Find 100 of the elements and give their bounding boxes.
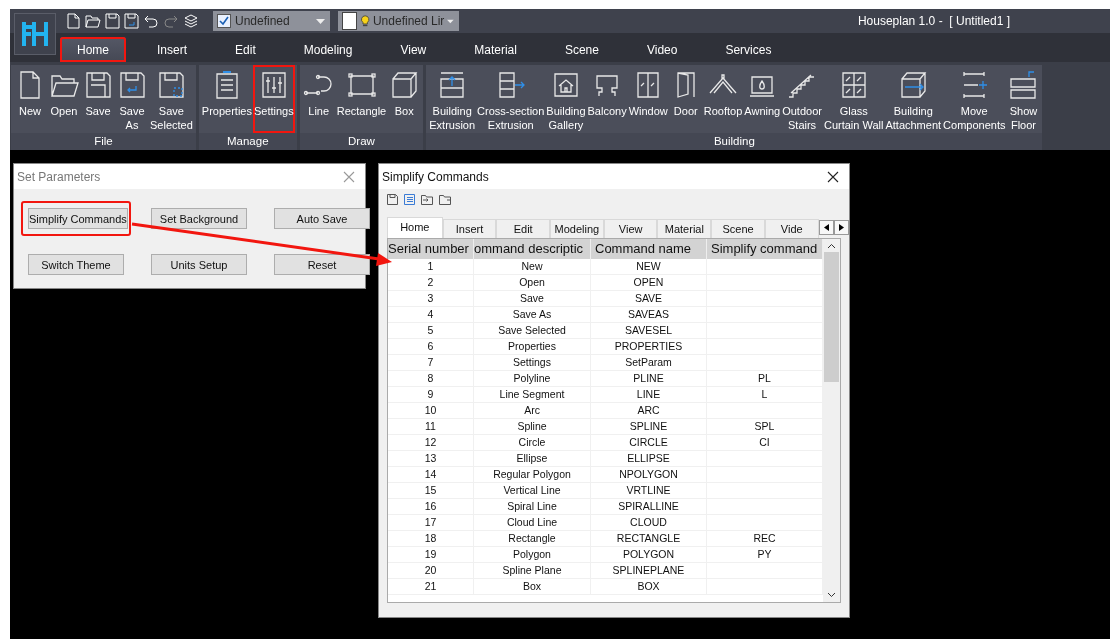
- ribbon-button[interactable]: Door: [668, 65, 703, 133]
- table-cell: Vertical Line: [474, 483, 591, 498]
- table-cell: VRTLINE: [591, 483, 707, 498]
- ribbon-tab[interactable]: Material: [457, 37, 534, 62]
- ribbon-button[interactable]: Rooftop: [702, 65, 744, 133]
- scroll-down-icon[interactable]: [827, 592, 836, 598]
- table-cell: OPEN: [591, 275, 707, 290]
- table-cell: RECTANGLE: [591, 531, 707, 546]
- table-cell: Settings: [474, 355, 591, 370]
- ribbon-tab[interactable]: Edit: [218, 37, 273, 62]
- ribbon-button[interactable]: Show Floor: [1006, 65, 1041, 133]
- dialog-tab[interactable]: Scene: [711, 219, 765, 238]
- dialog-button[interactable]: Auto Save: [274, 208, 370, 229]
- table-cell: Circle: [474, 435, 591, 450]
- table-cell: Spline: [474, 419, 591, 434]
- ribbon-button[interactable]: Open: [47, 65, 81, 133]
- table-cell: Save Selected: [474, 323, 591, 338]
- layers-icon[interactable]: [183, 13, 199, 29]
- ribbon-button[interactable]: Properties: [200, 65, 253, 133]
- ribbon-button[interactable]: Outdoor Stairs: [781, 65, 823, 133]
- dialog-button[interactable]: Units Setup: [151, 254, 247, 275]
- dialog-tab[interactable]: Modeling: [550, 219, 604, 238]
- save-icon[interactable]: [387, 194, 398, 205]
- vertical-scrollbar[interactable]: [823, 239, 840, 602]
- ribbon-button[interactable]: Balcony: [586, 65, 628, 133]
- dialog-button[interactable]: Simplify Commands: [28, 208, 128, 229]
- table-cell: 12: [388, 435, 474, 450]
- ribbon-tab[interactable]: Services: [708, 37, 789, 62]
- light-bulb-icon: [359, 13, 370, 29]
- table-cell: SPLINEPLANE: [591, 563, 707, 578]
- ribbon-tab[interactable]: Insert: [140, 37, 205, 62]
- table-cell: Arc: [474, 403, 591, 418]
- ribbon-tab[interactable]: View: [383, 37, 444, 62]
- ribbon-tab[interactable]: Modeling: [286, 37, 370, 62]
- ribbon-button[interactable]: Building Attachment: [884, 65, 943, 133]
- table-cell: New: [474, 259, 591, 274]
- dialog-tab[interactable]: Insert: [442, 219, 497, 238]
- ribbon-button[interactable]: Rectangle: [335, 65, 388, 133]
- import-icon[interactable]: [421, 194, 433, 205]
- table-cell: 17: [388, 515, 474, 530]
- scroll-up-icon[interactable]: [827, 243, 836, 249]
- undo-icon[interactable]: [143, 13, 159, 29]
- new-file-icon[interactable]: [66, 13, 81, 29]
- table-cell: ARC: [591, 403, 707, 418]
- table-cell: 9: [388, 387, 474, 402]
- caret-icon[interactable]: [447, 18, 454, 24]
- table-cell: PROPERTIES: [591, 339, 707, 354]
- dialog-tab[interactable]: Home: [387, 217, 443, 238]
- ribbon-tab[interactable]: Video: [629, 37, 695, 62]
- dialog-tab[interactable]: Vide: [764, 219, 819, 238]
- ribbon-button[interactable]: Building Extrusion: [428, 65, 477, 133]
- dialog-button[interactable]: Reset: [274, 254, 370, 275]
- folder-icon[interactable]: [85, 13, 101, 29]
- table-cell: Cloud Line: [474, 515, 591, 530]
- ribbon-button[interactable]: New: [13, 65, 47, 133]
- column-header[interactable]: Command name: [591, 239, 707, 259]
- table-cell: SAVE: [591, 291, 707, 306]
- ribbon-button[interactable]: Save: [81, 65, 115, 133]
- table-cell: Regular Polygon: [474, 467, 591, 482]
- ribbon-button[interactable]: Building Gallery: [545, 65, 587, 133]
- linetype-dropdown[interactable]: Undefined Lir: [338, 11, 459, 31]
- ribbon-button[interactable]: Box: [387, 65, 422, 133]
- ribbon-button[interactable]: Window: [627, 65, 669, 133]
- table-cell: BOX: [591, 579, 707, 594]
- dialog-tab[interactable]: Edit: [496, 219, 551, 238]
- ribbon-button[interactable]: Save As: [115, 65, 149, 133]
- close-icon[interactable]: [827, 170, 839, 183]
- ribbon-button[interactable]: Move Components: [942, 65, 1007, 133]
- ribbon-button[interactable]: Line: [301, 65, 336, 133]
- ribbon-button[interactable]: Cross-section Extrusion: [476, 65, 546, 133]
- dialog-button[interactable]: Set Background: [151, 208, 247, 229]
- layer-dropdown[interactable]: Undefined: [213, 11, 330, 31]
- table-cell: 18: [388, 531, 474, 546]
- export-icon[interactable]: [439, 194, 451, 205]
- ribbon-tab[interactable]: Home: [60, 37, 126, 62]
- window-title: Houseplan 1.0 - [ Untitled1 ]: [857, 14, 1010, 28]
- left-arrow-icon: [823, 224, 829, 231]
- table-cell: 11: [388, 419, 474, 434]
- table-cell: Ellipse: [474, 451, 591, 466]
- dialog-button[interactable]: Switch Theme: [28, 254, 124, 275]
- table-cell: Line Segment: [474, 387, 591, 402]
- save-as-icon[interactable]: [124, 13, 139, 29]
- ribbon-button[interactable]: Save Selected: [149, 65, 194, 133]
- table-cell: 2: [388, 275, 474, 290]
- table-cell: SAVEAS: [591, 307, 707, 322]
- column-header[interactable]: ommand descriptic: [474, 239, 591, 259]
- table-cell: Rectangle: [474, 531, 591, 546]
- ribbon-button[interactable]: Glass Curtain Wall: [822, 65, 885, 133]
- table-cell: SPLINE: [591, 419, 707, 434]
- column-header[interactable]: Serial number: [388, 239, 474, 259]
- ribbon-tab[interactable]: Scene: [547, 37, 616, 62]
- dialog-tab[interactable]: Material: [657, 219, 712, 238]
- list-icon[interactable]: [404, 194, 415, 205]
- table-cell: Box: [474, 579, 591, 594]
- dialog-tab[interactable]: View: [603, 219, 658, 238]
- layer-checkbox[interactable]: [217, 14, 231, 28]
- ribbon-button[interactable]: Awning: [743, 65, 782, 133]
- dialog-title: Set Parameters: [17, 169, 101, 184]
- caret-icon[interactable]: [316, 18, 325, 24]
- table-cell: 7: [388, 355, 474, 370]
